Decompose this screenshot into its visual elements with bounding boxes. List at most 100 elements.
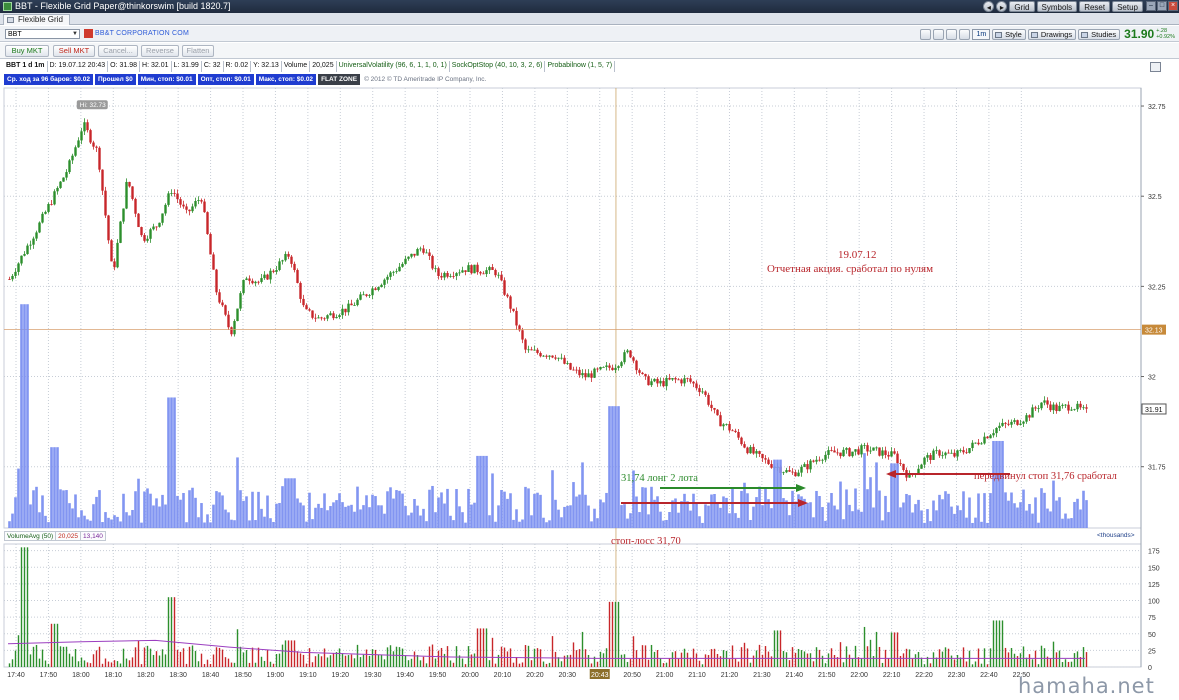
study-probabilnow[interactable]: Probabilnow (1, 5, 7) <box>545 61 616 72</box>
volume-bar <box>140 664 143 667</box>
study-universal-volatility[interactable]: UniversalVolatility (96, 6, 1, 1, 0, 1) <box>337 61 450 72</box>
candle-body <box>884 450 887 455</box>
candle-body <box>38 222 41 233</box>
volume-bar <box>416 655 419 667</box>
volume-bar <box>479 628 482 667</box>
volume-overlay-bar <box>905 493 908 528</box>
candle-body <box>320 317 323 319</box>
volume-bar <box>284 640 287 667</box>
volume-overlay-bar <box>932 500 935 528</box>
candle-body <box>134 198 137 214</box>
sell-market-button[interactable]: Sell MKT <box>53 45 95 57</box>
candle-body <box>248 278 251 281</box>
grid-button[interactable]: Grid <box>1009 1 1035 12</box>
volume-overlay-bar <box>473 502 476 528</box>
volume-bar <box>353 658 356 667</box>
symbol-input[interactable]: BBT <box>5 29 80 39</box>
candle-body <box>836 452 839 454</box>
volume-overlay-bar <box>236 457 239 528</box>
volume-overlay-bar <box>29 504 32 528</box>
style-button[interactable]: Style <box>992 28 1026 40</box>
candle-body <box>122 208 125 222</box>
volume-bar <box>29 654 32 667</box>
link-icon[interactable] <box>920 28 932 40</box>
pencil-icon[interactable] <box>933 28 945 40</box>
volume-overlay-bar <box>719 507 722 528</box>
candle-body <box>158 222 161 227</box>
zoom-icon[interactable] <box>946 28 958 40</box>
volume-overlay-bar <box>866 489 869 528</box>
volume-bar <box>254 662 257 667</box>
buy-market-button[interactable]: Buy MKT <box>5 45 49 57</box>
volume-overlay-bar <box>404 506 407 528</box>
reverse-button[interactable]: Reverse <box>141 45 179 57</box>
candle-body <box>290 256 293 264</box>
candle-body <box>29 244 32 246</box>
volume-bar <box>248 662 251 667</box>
tab-flexible-grid[interactable]: Flexible Grid <box>3 14 70 25</box>
drawings-button[interactable]: Drawings <box>1027 28 1077 40</box>
setup-button[interactable]: Setup <box>1112 1 1143 12</box>
volume-study-name[interactable]: VolumeAvg (50) <box>4 531 57 541</box>
candle-body <box>890 451 893 457</box>
candle-body <box>866 445 869 452</box>
symbols-button[interactable]: Symbols <box>1036 1 1078 12</box>
volume-bar <box>413 651 416 667</box>
cursor-icon[interactable] <box>959 28 971 40</box>
volume-bar <box>431 644 434 667</box>
volume-overlay-bar <box>1070 518 1073 528</box>
candle-body <box>1067 404 1070 411</box>
candle-body <box>767 459 770 465</box>
volume-bar <box>1040 645 1043 667</box>
volume-bar <box>776 630 779 667</box>
price-chart[interactable]: 17:40 17:50 18:00 18:10 18:20 18:30 18:40 18:50… <box>0 60 1179 700</box>
maximize-icon[interactable]: □ <box>1157 1 1167 11</box>
link-prev-icon[interactable]: ◂ <box>983 1 995 12</box>
volume-overlay-bar <box>704 504 707 528</box>
reset-button[interactable]: Reset <box>1079 1 1111 12</box>
cancel-button[interactable]: Cancel... <box>98 45 138 57</box>
candle-body <box>1061 404 1064 406</box>
study-sock-opt-stop[interactable]: SockOptStop (40, 10, 3, 2, 6) <box>450 61 546 72</box>
volume-overlay-bar <box>611 406 614 528</box>
volume-overlay-bar <box>581 462 584 528</box>
volume-overlay-bar <box>1028 504 1031 528</box>
volume-bar <box>41 649 44 667</box>
volume-bar <box>380 654 383 667</box>
expand-icon[interactable] <box>1150 62 1161 72</box>
volume-overlay-bar <box>524 486 527 528</box>
flatten-button[interactable]: Flatten <box>182 45 214 57</box>
minimize-icon[interactable]: – <box>1146 1 1156 11</box>
candle-body <box>653 378 656 382</box>
volume-bar <box>359 657 362 667</box>
net-change: +.28 +0.92% <box>1156 28 1175 40</box>
volume-overlay-bar <box>923 522 926 528</box>
volume-bar <box>887 658 890 667</box>
candle-body <box>917 468 920 474</box>
studies-button[interactable]: Studies <box>1078 28 1121 40</box>
close-icon[interactable]: × <box>1168 1 1178 11</box>
volume-bar <box>299 653 302 667</box>
volume-overlay-bar <box>251 491 254 528</box>
volume-y-tick-label: 100 <box>1148 599 1160 606</box>
volume-overlay-bar <box>278 502 281 528</box>
volume-overlay-bar <box>701 522 704 528</box>
volume-bar <box>53 623 56 667</box>
candle-body <box>572 369 575 371</box>
volume-overlay-bar <box>266 495 269 528</box>
candle-body <box>503 280 506 295</box>
chart-area[interactable]: 17:40 17:50 18:00 18:10 18:20 18:30 18:40 18:50… <box>0 60 1179 700</box>
chevron-down-icon[interactable]: ▼ <box>72 30 79 38</box>
volume-bar <box>911 658 914 667</box>
candle-body <box>698 388 701 393</box>
aggregation-selector[interactable]: 1m <box>972 28 991 40</box>
volume-overlay-bar <box>560 517 563 528</box>
candle-body <box>263 274 266 279</box>
volume-bar <box>500 646 503 667</box>
volume-overlay-bar <box>371 494 374 528</box>
volume-overlay-bar <box>926 509 929 528</box>
link-next-icon[interactable]: ▸ <box>996 1 1008 12</box>
candle-body <box>485 270 488 275</box>
volume-y-tick-label: 150 <box>1148 565 1160 572</box>
volume-overlay-bar <box>32 490 35 528</box>
